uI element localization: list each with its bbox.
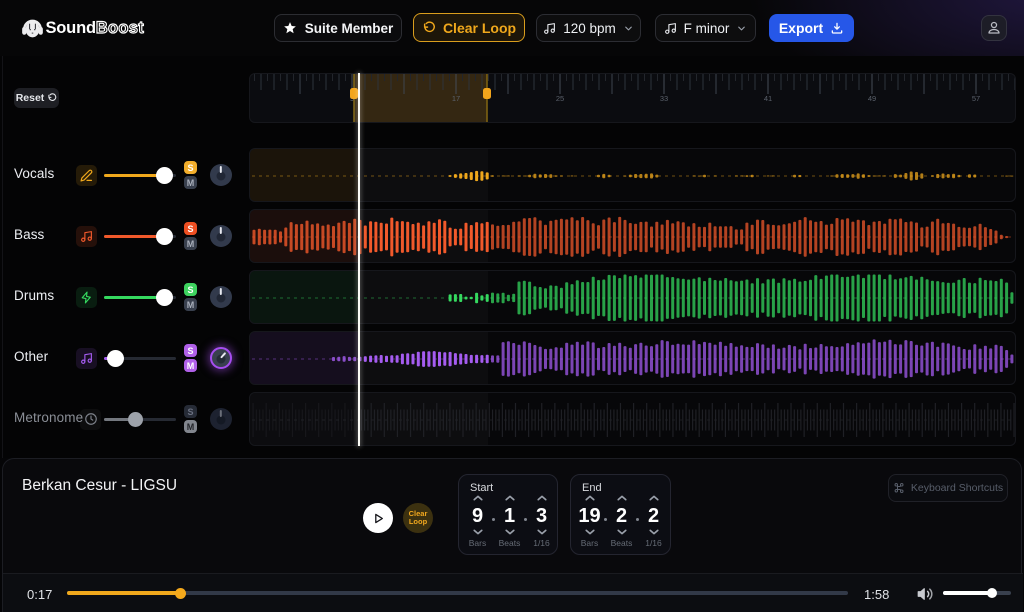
svg-text:1: 1 (249, 94, 250, 103)
svg-text:41: 41 (764, 94, 772, 103)
svg-text:17: 17 (452, 94, 460, 103)
svg-text:57: 57 (972, 94, 980, 103)
svg-text:49: 49 (868, 94, 876, 103)
svg-text:25: 25 (556, 94, 564, 103)
svg-text:33: 33 (660, 94, 668, 103)
